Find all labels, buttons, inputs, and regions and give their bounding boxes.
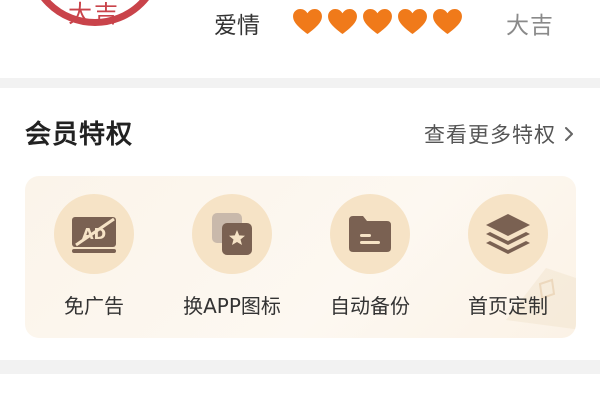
benefit-icon-bg — [330, 194, 410, 274]
layers-icon — [486, 214, 530, 254]
benefit-no-ads[interactable]: AD 免广告 — [25, 194, 163, 324]
section-title: 会员特权 — [25, 120, 134, 150]
love-label: 爱情 — [214, 13, 260, 39]
love-rating — [292, 8, 463, 35]
no-ads-icon: AD — [72, 217, 116, 253]
heart-icon — [363, 8, 392, 35]
member-privileges-card: 会员特权 查看更多特权 AD 免广告 — [0, 88, 600, 360]
benefit-icon-bg: AD — [54, 194, 134, 274]
benefit-label: 换APP图标 — [183, 294, 281, 318]
seal-text: 大吉 — [68, 0, 120, 28]
heart-icon — [433, 8, 462, 35]
heart-icon — [328, 8, 357, 35]
app-icon-swap-icon — [212, 213, 252, 255]
view-more-privileges-link[interactable]: 查看更多特权 — [424, 119, 574, 149]
benefit-homepage-custom[interactable]: 首页定制 — [439, 194, 576, 324]
benefit-label: 自动备份 — [330, 294, 410, 318]
love-result: 大吉 — [506, 13, 554, 39]
view-more-label: 查看更多特权 — [424, 123, 556, 147]
benefit-change-app-icon[interactable]: 换APP图标 — [163, 194, 301, 324]
benefit-auto-backup[interactable]: 自动备份 — [301, 194, 439, 324]
fortune-card: 大吉 爱情 大吉 — [0, 0, 600, 78]
benefit-label: 免广告 — [64, 294, 124, 318]
benefit-icon-bg — [192, 194, 272, 274]
benefit-icon-bg — [468, 194, 548, 274]
chevron-right-icon — [565, 127, 573, 141]
heart-icon — [398, 8, 427, 35]
next-section-card — [0, 374, 600, 400]
heart-icon — [293, 8, 322, 35]
benefit-label: 首页定制 — [468, 294, 548, 318]
folder-backup-icon — [349, 216, 391, 252]
benefits-panel: AD 免广告 换APP图标 — [25, 176, 576, 338]
